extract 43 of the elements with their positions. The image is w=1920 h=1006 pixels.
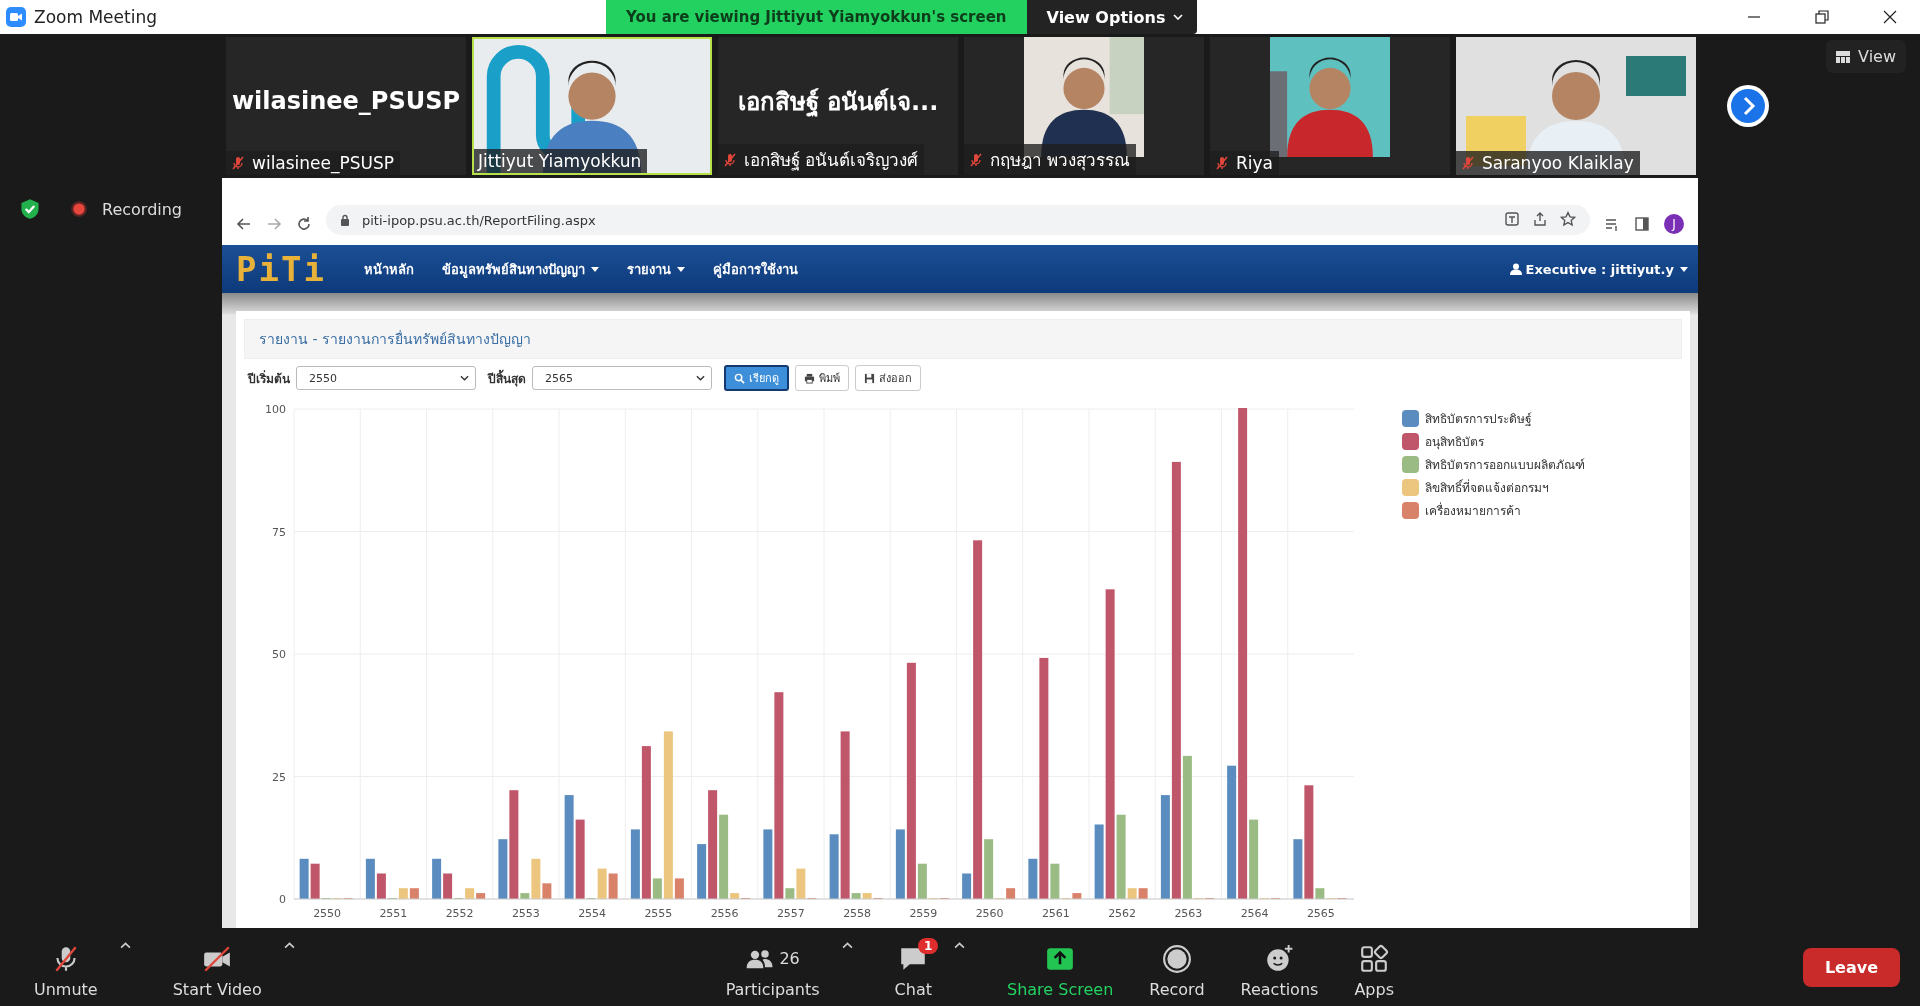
x-tick-label: 2558	[843, 907, 872, 920]
x-tick-label: 2560	[975, 907, 1004, 920]
filter-label: ปีสิ้นสุด	[488, 368, 526, 388]
x-tick-label: 2559	[909, 907, 938, 920]
participant-name: Saranyoo Klaiklay	[1482, 153, 1634, 173]
x-tick-label: 2556	[710, 907, 739, 920]
x-tick-label: 2551	[379, 907, 408, 920]
x-tick-label: 2564	[1240, 907, 1269, 920]
x-tick-label: 2552	[445, 907, 474, 920]
participant-name: wilasinee_PSUSP	[231, 87, 461, 115]
participant-name: เอกสิษฐ์ อนันต์เจ...	[737, 86, 939, 119]
y-tick-label: 100	[265, 403, 286, 416]
participant-count: 26	[779, 949, 800, 968]
legend-label: สิทธิบัตรการประดิษฐ์	[1425, 411, 1532, 428]
legend-label: ลิขสิทธิ์ที่จดแจ้งต่อกรมฯ	[1425, 478, 1549, 497]
filter-label: ปีเริ่มต้น	[248, 369, 290, 388]
window-title: Zoom Meeting	[34, 7, 157, 27]
x-tick-label: 2555	[644, 907, 673, 920]
share-banner: You are viewing Jittiyut Yiamyokkun's screen	[606, 0, 1027, 34]
report-title: รายงาน - รายงานการยื่นทรัพย์สินทางปัญญา	[259, 331, 531, 347]
legend-label: สิทธิบัตรการออกแบบผลิตภัณฑ์	[1425, 457, 1585, 474]
x-tick-label: 2561	[1041, 907, 1070, 920]
legend-label: อนุสิทธิบัตร	[1425, 434, 1484, 451]
legend-label: เครื่องหมายการค้า	[1425, 501, 1521, 520]
participant-name: Jittiyut Yiamyokkun	[478, 151, 642, 171]
x-tick-label: 2553	[511, 907, 540, 920]
x-tick-label: 2550	[313, 907, 342, 920]
x-tick-label: 2554	[578, 907, 607, 920]
participant-name: Riya	[1236, 153, 1273, 173]
x-tick-label: 2557	[776, 907, 805, 920]
url-text: piti-ipop.psu.ac.th/ReportFiling.aspx	[362, 212, 596, 228]
y-tick-label: 50	[272, 648, 286, 661]
x-tick-label: 2565	[1306, 907, 1335, 920]
y-tick-label: 25	[272, 770, 286, 784]
participant-name: เอกสิษฐ์ อนันต์เจริญวงศ์	[744, 149, 919, 173]
y-tick-label: 0	[279, 893, 286, 906]
y-tick-label: 75	[272, 525, 286, 539]
x-tick-label: 2562	[1108, 907, 1137, 920]
notification-badge: 1	[917, 937, 939, 954]
x-tick-label: 2563	[1174, 907, 1203, 920]
participant-name: wilasinee_PSUSP	[252, 153, 395, 173]
participant-name: กฤษฎา พวงสุวรรณ	[990, 149, 1131, 173]
recording-label: Recording	[102, 199, 183, 219]
